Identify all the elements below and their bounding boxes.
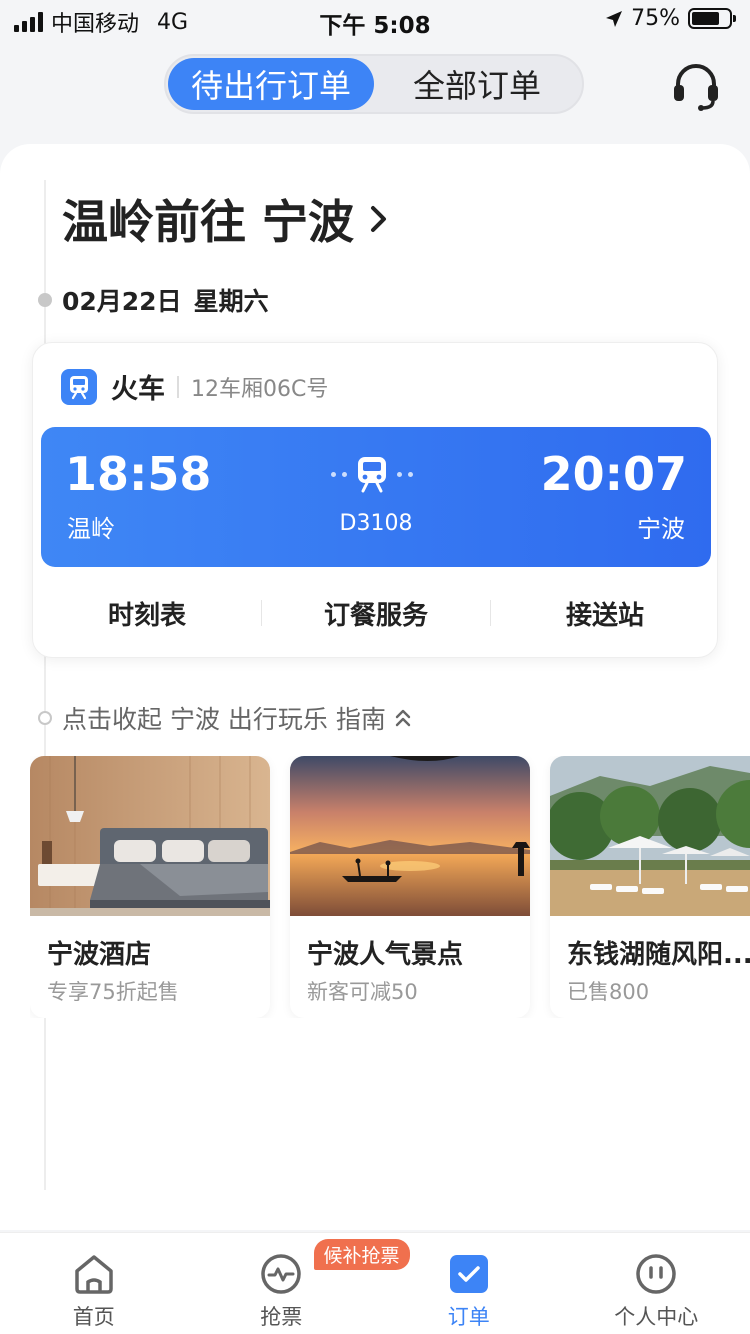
guide-card-subtitle: 已售800: [567, 980, 650, 1004]
guide-card-dongqian-lake[interactable]: 东钱湖随风阳... 已售800: [550, 756, 750, 1018]
tab-label: 抢票: [260, 1305, 303, 1329]
route-title[interactable]: 温岭前往 宁波: [62, 186, 390, 252]
weekday-text: 星期六: [193, 287, 269, 316]
timeline-dot: [38, 293, 52, 307]
order-filter-tabs: 待出行订单 全部订单: [164, 54, 584, 114]
guide-card-subtitle: 新客可减50: [307, 980, 418, 1004]
bottom-tab-bar: 首页 抢票 候补抢票 订单 个人中心: [0, 1232, 750, 1334]
guide-card-title: 宁波人气景点: [307, 940, 464, 970]
train-icon: [61, 368, 97, 405]
guide-toggle-text: 点击收起 宁波 出行玩乐 指南: [62, 705, 386, 734]
guide-cards: 宁波酒店 专享75折起售 宁波人气景点 新客可减50 东钱湖随风阳... 已售8…: [30, 756, 750, 1018]
ticket-actions: 时刻表 订餐服务 接送站: [33, 577, 719, 649]
guide-card-title: 东钱湖随风阳...: [567, 940, 750, 970]
divider: [177, 375, 179, 398]
transfer-station-button[interactable]: 接送站: [491, 595, 719, 632]
headset-icon: [674, 64, 718, 111]
train-route-indicator: [331, 455, 413, 493]
status-bar: 中国移动 4G 下午 5:08 75%: [0, 0, 750, 40]
guide-card-title: 宁波酒店: [47, 940, 152, 970]
arrival-time: 20:07: [540, 447, 687, 501]
customer-service-button[interactable]: [668, 60, 724, 112]
trip-date: 02月22日 星期六: [38, 282, 269, 318]
ticket-detail-banner[interactable]: 18:58 温岭 D3108 20:07 宁波: [41, 427, 711, 567]
order-check-icon: [449, 1255, 488, 1293]
tab-label: 订单: [447, 1305, 490, 1329]
tab-all-orders[interactable]: 全部订单: [374, 58, 580, 110]
tab-grab-tickets[interactable]: 抢票 候补抢票: [188, 1233, 410, 1334]
ticket-type: 火车: [111, 374, 165, 405]
sunset-lake-image: [290, 756, 530, 916]
home-icon: [75, 1255, 113, 1294]
lakeside-image: [550, 756, 750, 916]
date-text: 02月22日: [62, 287, 182, 316]
tab-label: 个人中心: [614, 1305, 699, 1329]
guide-toggle[interactable]: 点击收起 宁波 出行玩乐 指南: [38, 700, 412, 736]
arrival-station: 宁波: [637, 515, 685, 543]
hotel-image: [30, 756, 270, 916]
meal-service-button[interactable]: 订餐服务: [262, 595, 490, 632]
timeline-dot: [38, 711, 52, 725]
chevron-right-icon: [371, 206, 387, 232]
timetable-button[interactable]: 时刻表: [33, 595, 261, 632]
seat-info: 12车厢06C号: [191, 376, 329, 402]
route-title-text: 温岭前往 宁波: [62, 195, 355, 249]
tab-pending-orders[interactable]: 待出行订单: [168, 58, 374, 110]
double-chevron-up-icon: [395, 709, 411, 727]
train-number: D3108: [339, 511, 413, 536]
tab-profile[interactable]: 个人中心: [563, 1233, 750, 1334]
guide-card-hotel[interactable]: 宁波酒店 专享75折起售: [30, 756, 270, 1018]
ticket-header: 火车 12车厢06C号: [61, 367, 328, 406]
guide-card-subtitle: 专享75折起售: [47, 980, 179, 1004]
tab-home[interactable]: 首页: [0, 1233, 188, 1334]
battery-icon: [688, 8, 736, 29]
timeline-line: [44, 180, 46, 1190]
battery-fill: [692, 12, 719, 25]
main-panel: 温岭前往 宁波 02月22日 星期六 火车 12车厢06C号 18:58 温岭 …: [0, 144, 750, 1230]
pulse-icon: [261, 1254, 301, 1294]
tab-label: 首页: [72, 1305, 115, 1329]
battery-percent: 75%: [631, 6, 680, 31]
location-arrow-icon: [606, 10, 623, 27]
status-right: 75%: [605, 6, 736, 31]
train-front-icon: [358, 457, 386, 493]
departure-time: 18:58: [65, 447, 212, 501]
tab-orders[interactable]: 订单: [375, 1233, 563, 1334]
profile-icon: [636, 1254, 676, 1294]
ticket-card: 火车 12车厢06C号 18:58 温岭 D3108 20:07 宁波 时刻表 …: [32, 342, 718, 658]
guide-card-attractions[interactable]: 宁波人气景点 新客可减50: [290, 756, 530, 1018]
